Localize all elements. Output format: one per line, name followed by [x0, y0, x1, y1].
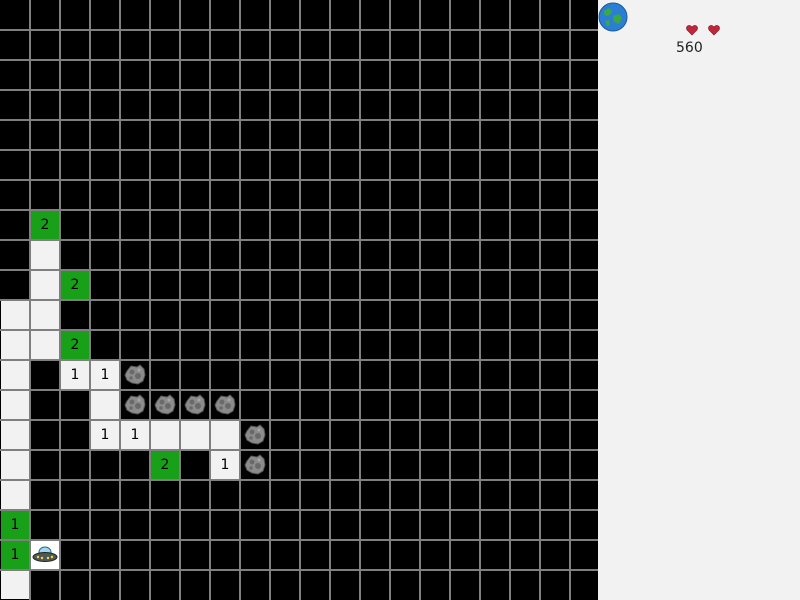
revealed-cell[interactable]: 1	[121, 421, 149, 449]
asteroid-icon[interactable]	[181, 391, 209, 419]
earth-icon	[598, 2, 628, 32]
flagged-cell[interactable]: 2	[151, 451, 179, 479]
grid-line-horizontal	[0, 479, 598, 481]
asteroid-icon[interactable]	[241, 421, 269, 449]
revealed-cell[interactable]	[211, 421, 239, 449]
grid-line-horizontal	[0, 449, 598, 451]
lives-display	[686, 24, 720, 36]
asteroid-icon[interactable]	[121, 391, 149, 419]
heart-icon	[708, 25, 720, 36]
grid-line-horizontal	[0, 359, 598, 361]
asteroid-icon[interactable]	[211, 391, 239, 419]
revealed-cell[interactable]: 1	[211, 451, 239, 479]
flagged-cell[interactable]: 2	[61, 271, 89, 299]
grid-line-horizontal	[0, 149, 598, 151]
revealed-cell[interactable]	[91, 391, 119, 419]
revealed-cell[interactable]	[1, 451, 29, 479]
flagged-cell[interactable]: 1	[1, 511, 29, 539]
asteroid-icon[interactable]	[151, 391, 179, 419]
flagged-cell[interactable]: 2	[31, 211, 59, 239]
revealed-cell[interactable]	[1, 571, 29, 599]
revealed-cell[interactable]	[151, 421, 179, 449]
grid-line-horizontal	[0, 299, 598, 301]
grid-line-horizontal	[0, 179, 598, 181]
asteroid-icon[interactable]	[241, 451, 269, 479]
grid-line-horizontal	[0, 209, 598, 211]
grid-line-horizontal	[0, 269, 598, 271]
flagged-cell[interactable]: 2	[61, 331, 89, 359]
sidebar: 560	[598, 0, 800, 600]
revealed-cell[interactable]	[1, 361, 29, 389]
revealed-cell[interactable]	[1, 331, 29, 359]
grid-line-horizontal	[0, 509, 598, 511]
revealed-cell[interactable]	[31, 331, 59, 359]
revealed-cell[interactable]: 1	[91, 361, 119, 389]
revealed-cell[interactable]: 1	[61, 361, 89, 389]
revealed-cell[interactable]	[1, 391, 29, 419]
grid-line-horizontal	[0, 239, 598, 241]
grid-line-horizontal	[0, 329, 598, 331]
revealed-cell[interactable]	[1, 301, 29, 329]
grid-line-horizontal	[0, 89, 598, 91]
grid-line-horizontal	[0, 119, 598, 121]
revealed-cell[interactable]	[181, 421, 209, 449]
revealed-cell[interactable]	[31, 271, 59, 299]
revealed-cell[interactable]	[1, 421, 29, 449]
revealed-cell[interactable]	[31, 301, 59, 329]
grid-line-horizontal	[0, 539, 598, 541]
ufo-icon[interactable]	[31, 541, 59, 569]
revealed-cell[interactable]	[1, 481, 29, 509]
score-display: 560	[676, 40, 703, 56]
grid-line-horizontal	[0, 389, 598, 391]
asteroid-icon[interactable]	[121, 361, 149, 389]
grid-line-horizontal	[0, 29, 598, 31]
grid-line-horizontal	[0, 59, 598, 61]
grid-line-horizontal	[0, 569, 598, 571]
flagged-cell[interactable]: 1	[1, 541, 29, 569]
revealed-cell[interactable]	[31, 241, 59, 269]
grid-line-horizontal	[0, 419, 598, 421]
heart-icon	[686, 25, 698, 36]
game-board[interactable]: 22211112111	[0, 0, 598, 600]
revealed-cell[interactable]: 1	[91, 421, 119, 449]
